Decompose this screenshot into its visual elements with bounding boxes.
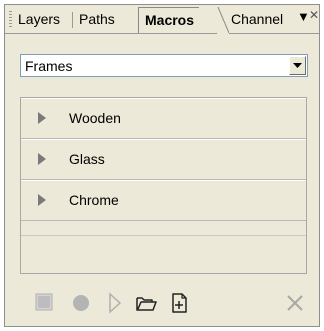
panel-grip-handle[interactable] [9, 11, 12, 27]
open-folder-icon[interactable] [134, 291, 158, 315]
macro-category-dropdown[interactable]: Frames [20, 54, 308, 77]
close-icon[interactable]: ✕ [309, 8, 319, 22]
tab-macros[interactable]: Macros [138, 7, 200, 33]
expand-arrow-icon[interactable] [38, 153, 46, 165]
list-divider [21, 235, 306, 236]
macro-label: Glass [69, 151, 105, 167]
macro-label: Wooden [69, 110, 121, 126]
tab-channels[interactable]: Channel [231, 11, 283, 27]
dropdown-button[interactable] [289, 56, 306, 75]
expand-arrow-icon[interactable] [38, 112, 46, 124]
macros-panel: Layers Paths Macros Channel ▼ ✕ Frames W… [4, 4, 320, 327]
list-item[interactable]: Glass [21, 139, 306, 180]
panel-menu-arrow-icon[interactable]: ▼ [297, 9, 310, 24]
tab-separator [72, 12, 73, 28]
tab-strip: Layers Paths Macros Channel ▼ ✕ [5, 5, 319, 34]
dropdown-selected-value: Frames [25, 58, 73, 74]
delete-icon[interactable] [283, 291, 307, 315]
active-tab-edge [217, 7, 229, 34]
tab-layers[interactable]: Layers [18, 11, 60, 27]
macro-list: Wooden Glass Chrome [20, 97, 307, 274]
new-macro-icon[interactable] [167, 291, 191, 315]
record-icon[interactable] [69, 291, 93, 315]
chevron-down-icon [293, 63, 302, 68]
macro-toolbar [5, 291, 319, 321]
tab-paths[interactable]: Paths [79, 11, 115, 27]
macro-label: Chrome [69, 192, 119, 208]
play-icon[interactable] [103, 291, 127, 315]
expand-arrow-icon[interactable] [38, 194, 46, 206]
list-item[interactable]: Wooden [21, 98, 306, 139]
stop-icon[interactable] [33, 291, 57, 315]
list-item[interactable]: Chrome [21, 180, 306, 221]
